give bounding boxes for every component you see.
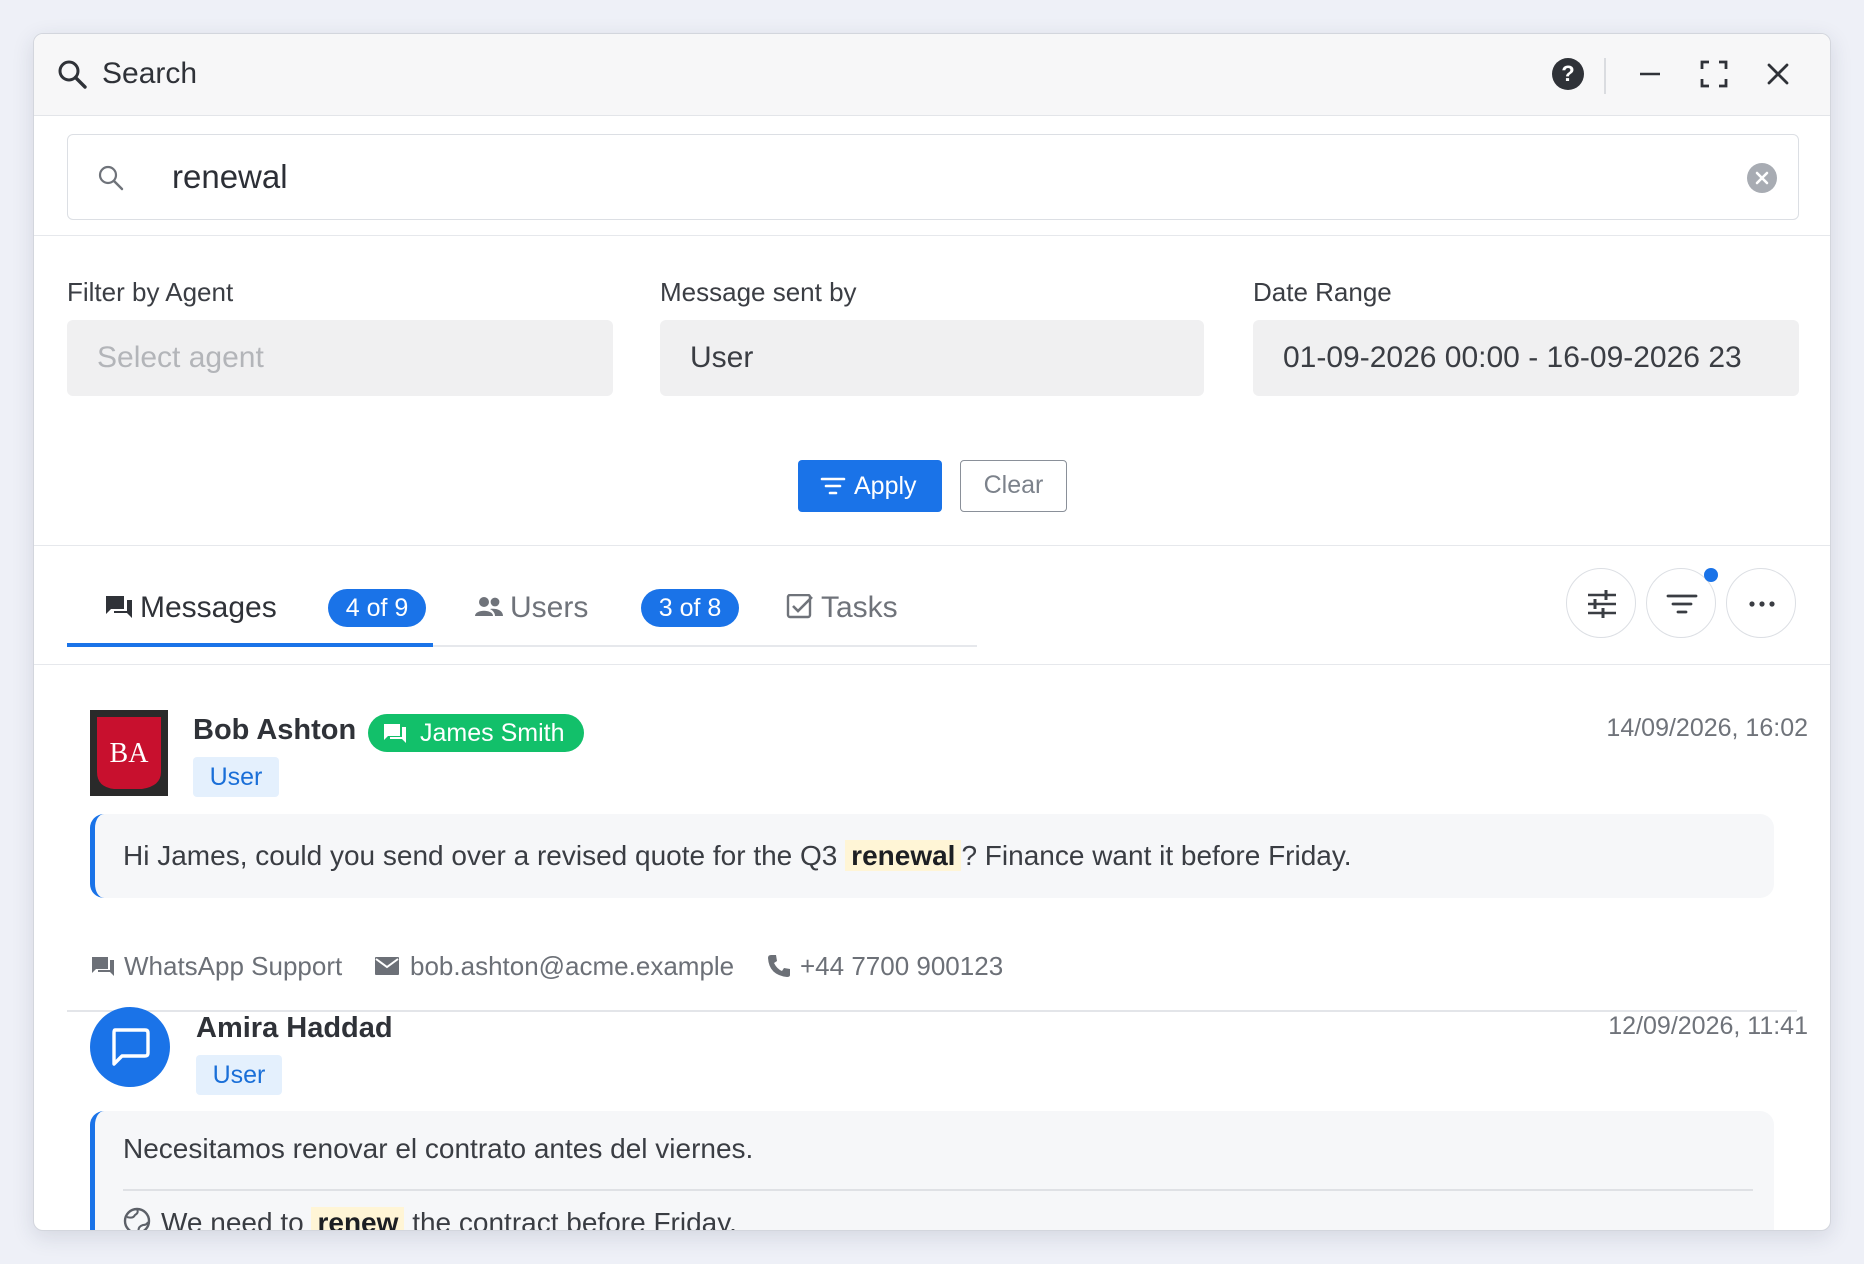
channel-info: WhatsApp Support bbox=[90, 948, 380, 984]
window-title: Search bbox=[102, 57, 198, 90]
phone-number: +44 7700 900123 bbox=[800, 951, 1004, 981]
sliders-icon bbox=[1588, 590, 1616, 618]
search-box bbox=[67, 134, 1799, 220]
phone-info: +44 7700 900123 bbox=[766, 948, 1026, 984]
messages-icon bbox=[106, 596, 132, 618]
divider bbox=[34, 545, 1830, 546]
role-badge: User bbox=[193, 757, 279, 797]
sender-filter-label: Message sent by bbox=[660, 277, 857, 307]
divider bbox=[34, 235, 1830, 236]
tab-messages[interactable]: Messages 4 of 9 bbox=[104, 586, 434, 630]
sender-name: Bob Ashton bbox=[193, 714, 357, 746]
sender-name: Amira Haddad bbox=[196, 1012, 393, 1044]
tasks-icon bbox=[786, 594, 813, 619]
search-icon bbox=[58, 60, 87, 89]
tab-tasks[interactable]: Tasks bbox=[786, 586, 926, 630]
title-bar: Search ? bbox=[34, 34, 1830, 116]
apply-label: Apply bbox=[854, 472, 917, 500]
email-info: bob.ashton@acme.example bbox=[374, 948, 754, 984]
tab-label: Messages bbox=[140, 591, 277, 624]
message-timestamp: 14/09/2026, 16:02 bbox=[1606, 714, 1808, 742]
sliders-button[interactable] bbox=[1566, 568, 1636, 638]
sender-select[interactable]: User bbox=[660, 320, 1204, 396]
search-highlight: renewal bbox=[845, 840, 962, 871]
chat-icon bbox=[112, 1028, 150, 1066]
chat-icon bbox=[92, 957, 114, 976]
email-address: bob.ashton@acme.example bbox=[410, 951, 735, 981]
translation-divider bbox=[123, 1189, 1753, 1191]
chat-icon bbox=[384, 724, 406, 743]
globe-icon bbox=[123, 1207, 151, 1230]
date-range-input[interactable]: 01-09-2026 00:00 - 16-09-2026 23 bbox=[1253, 320, 1799, 396]
filter-icon bbox=[820, 477, 846, 495]
users-icon bbox=[475, 597, 503, 616]
tab-active-indicator bbox=[67, 643, 433, 647]
more-icon bbox=[1749, 601, 1775, 607]
clear-search-icon[interactable] bbox=[1746, 162, 1778, 194]
fullscreen-icon[interactable] bbox=[1696, 56, 1732, 92]
minimize-icon[interactable] bbox=[1632, 56, 1668, 92]
tab-label: Users bbox=[510, 591, 589, 624]
agent-filter-label: Filter by Agent bbox=[67, 277, 234, 307]
avatar: BA bbox=[90, 710, 168, 796]
role-badge: User bbox=[196, 1055, 282, 1095]
message-bubble: Hi James, could you send over a revised … bbox=[90, 814, 1774, 898]
search-highlight: renew bbox=[311, 1207, 405, 1230]
message-text: Hi James, could you send over a revised … bbox=[123, 840, 1352, 871]
tab-count-badge: 4 of 9 bbox=[328, 589, 426, 627]
search-window: Search ? Filter by Agent Select agent Me… bbox=[33, 33, 1831, 1231]
tab-count-badge: 3 of 8 bbox=[641, 589, 739, 627]
more-options-button[interactable] bbox=[1726, 568, 1796, 638]
message-bubble: Necesitamos renovar el contrato antes de… bbox=[90, 1111, 1774, 1230]
message-text: Necesitamos renovar el contrato antes de… bbox=[123, 1133, 754, 1164]
divider bbox=[34, 664, 1830, 665]
translation-text: We need to renew the contract before Fri… bbox=[161, 1203, 737, 1230]
agent-badge[interactable]: James Smith bbox=[368, 714, 584, 752]
close-icon[interactable] bbox=[1760, 56, 1796, 92]
avatar bbox=[90, 1007, 170, 1087]
active-filter-dot bbox=[1704, 568, 1718, 582]
email-icon bbox=[375, 957, 399, 975]
help-icon[interactable]: ? bbox=[1552, 58, 1584, 90]
message-timestamp: 12/09/2026, 11:41 bbox=[1608, 1012, 1808, 1040]
agent-name: James Smith bbox=[420, 719, 565, 747]
agent-select[interactable]: Select agent bbox=[67, 320, 613, 396]
phone-icon bbox=[768, 955, 790, 977]
apply-button[interactable]: Apply bbox=[798, 460, 942, 512]
search-input[interactable] bbox=[172, 153, 1672, 201]
tab-label: Tasks bbox=[821, 591, 898, 624]
tab-users[interactable]: Users 3 of 8 bbox=[474, 586, 739, 630]
search-icon bbox=[98, 165, 124, 191]
channel-name: WhatsApp Support bbox=[124, 951, 343, 981]
date-range-label: Date Range bbox=[1253, 277, 1392, 307]
titlebar-divider bbox=[1604, 58, 1606, 94]
filter-icon bbox=[1666, 594, 1698, 614]
svg-text:BA: BA bbox=[110, 738, 150, 769]
clear-button[interactable]: Clear bbox=[960, 460, 1067, 512]
